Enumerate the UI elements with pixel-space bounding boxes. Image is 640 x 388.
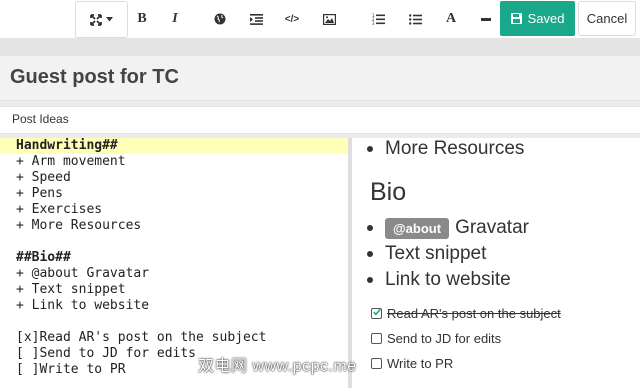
bold-icon: B: [137, 11, 147, 26]
toolbar-divider: [0, 38, 640, 56]
editor-line[interactable]: + @about Gravatar: [16, 266, 149, 282]
editor-line[interactable]: + Pens: [16, 186, 63, 202]
markdown-editor[interactable]: Handwriting## + Arm movement + Speed + P…: [0, 138, 348, 388]
image-button[interactable]: [317, 0, 341, 38]
fullscreen-dropdown[interactable]: [75, 1, 128, 38]
checkmark-icon: [373, 308, 381, 316]
note-title[interactable]: Guest post for TC: [10, 66, 179, 89]
numbered-list-icon: 1 2 3: [372, 13, 385, 25]
code-button[interactable]: </>: [280, 0, 304, 38]
globe-icon: [214, 13, 226, 25]
task-item: Send to JD for edits: [371, 331, 501, 346]
task-checkbox[interactable]: [371, 308, 382, 319]
tags-bar: Post Ideas: [0, 106, 640, 134]
indent-icon: [249, 13, 263, 25]
editor-line[interactable]: [ ]Write to PR: [16, 362, 126, 378]
task-item: Read AR's post on the subject: [371, 306, 561, 321]
bulleted-list-button[interactable]: [403, 0, 427, 38]
save-icon: [510, 13, 522, 24]
editor-line[interactable]: [ ]Send to JD for edits: [16, 346, 196, 362]
editor-line[interactable]: ##Bio##: [16, 250, 71, 266]
markdown-preview: More Resources Bio @about Gravatar Text …: [352, 138, 640, 388]
bulleted-list-icon: [408, 13, 422, 25]
editor-line[interactable]: Handwriting##: [16, 138, 118, 154]
cancel-label: Cancel: [586, 11, 628, 26]
preview-list-item: @about Gravatar: [367, 217, 529, 239]
preview-list-item-text: Text snippet: [385, 243, 487, 264]
saved-label: Saved: [527, 11, 565, 26]
tags-input[interactable]: Post Ideas: [12, 112, 69, 126]
horizontal-rule-icon: [481, 17, 491, 21]
saved-button[interactable]: Saved: [500, 1, 575, 36]
task-text: Read AR's post on the subject: [387, 306, 561, 321]
about-badge[interactable]: @about: [385, 217, 450, 239]
task-text: Write to PR: [387, 356, 454, 371]
task-text: Send to JD for edits: [387, 331, 502, 346]
caret-down-icon: [106, 17, 113, 22]
cancel-button[interactable]: Cancel: [578, 1, 636, 36]
preview-list-item: Link to website: [367, 269, 511, 291]
editor-line[interactable]: + Arm movement: [16, 154, 126, 170]
horizontal-rule-button[interactable]: [474, 0, 498, 38]
title-bar: Guest post for TC: [0, 56, 640, 101]
heading-button[interactable]: A: [439, 0, 463, 38]
editor-line[interactable]: + Link to website: [16, 298, 149, 314]
preview-list-item: Text snippet: [366, 243, 487, 265]
preview-list-item-text: Link to website: [385, 269, 511, 290]
preview-list-item: More Resources: [366, 138, 525, 160]
blockquote-button[interactable]: [244, 0, 268, 38]
link-button[interactable]: [208, 0, 232, 38]
preview-list-item-text: Gravatar: [455, 217, 529, 238]
expand-icon: [90, 13, 102, 26]
watermark: 双电网 www.pcpc.me: [198, 358, 357, 375]
editor-line[interactable]: + More Resources: [16, 218, 141, 234]
code-icon: </>: [284, 13, 300, 25]
preview-list-item-text: More Resources: [385, 138, 525, 159]
italic-button[interactable]: I: [163, 0, 187, 38]
image-icon: [322, 13, 336, 25]
svg-text:3: 3: [372, 21, 375, 25]
toolbar: B I </> 1 2 3 A Saved Cancel: [0, 0, 640, 38]
editor-line[interactable]: [x]Read AR's post on the subject: [16, 330, 266, 346]
numbered-list-button[interactable]: 1 2 3: [366, 0, 390, 38]
italic-icon: I: [172, 11, 178, 26]
bold-button[interactable]: B: [130, 0, 154, 38]
editor-line[interactable]: + Speed: [16, 170, 71, 186]
task-checkbox[interactable]: [371, 358, 382, 369]
task-checkbox[interactable]: [371, 333, 382, 344]
task-item: Write to PR: [371, 356, 453, 371]
editor-line[interactable]: + Text snippet: [16, 282, 126, 298]
editor-line[interactable]: + Exercises: [16, 202, 102, 218]
heading-icon: A: [445, 11, 457, 26]
preview-heading: Bio: [370, 178, 407, 206]
